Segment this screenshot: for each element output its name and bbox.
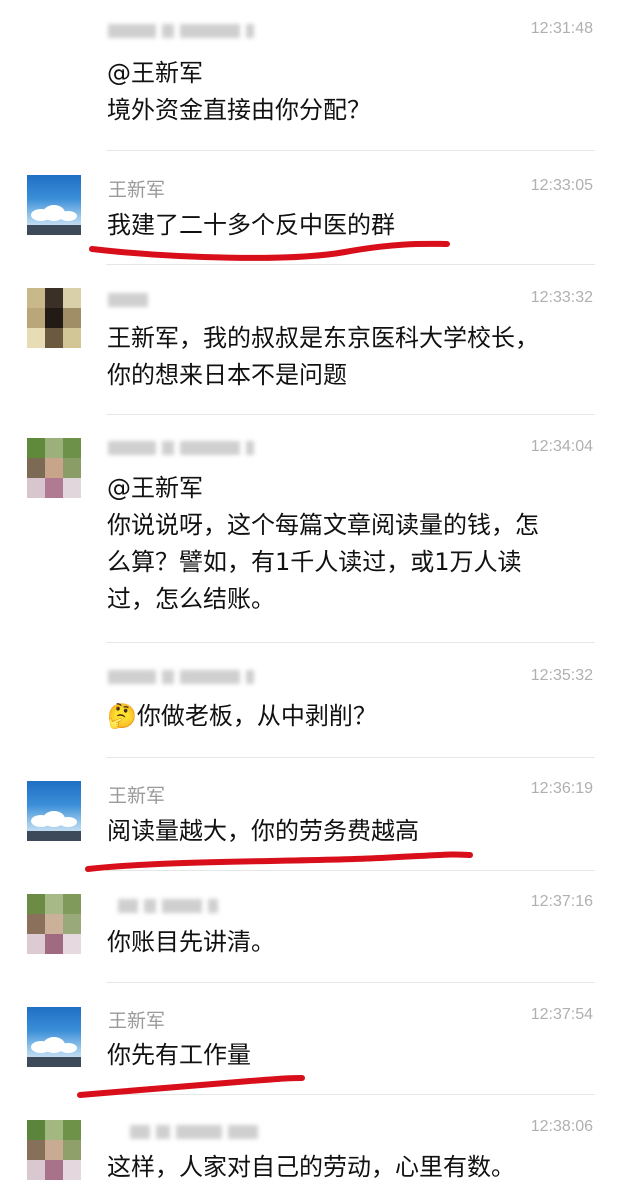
message-line: 你说说呀，这个每篇文章阅读量的钱，怎 xyxy=(107,511,539,539)
message-time: 12:35:32 xyxy=(530,667,593,684)
thinking-face-emoji-icon: 🤔 xyxy=(107,702,137,730)
pixelated-avatar-image xyxy=(27,288,81,348)
sender-name: 王新军 xyxy=(108,785,166,807)
message-line: 这样，人家对自己的劳动，心里有数。 xyxy=(107,1153,515,1181)
sky-avatar-image xyxy=(27,1007,81,1067)
message-text[interactable]: 🤔你做老板，从中剥削？ xyxy=(107,698,597,735)
message-line: @王新军 xyxy=(107,59,203,87)
sender-name: 王新军 xyxy=(108,179,166,201)
red-underline-mark xyxy=(85,851,473,872)
message-line: 阅读量越大，你的劳务费越高 xyxy=(107,817,419,845)
message-text[interactable]: 阅读量越大，你的劳务费越高 xyxy=(107,813,597,850)
message-time: 12:38:06 xyxy=(530,1118,593,1135)
avatar[interactable] xyxy=(27,1120,81,1180)
message-line: 么算？譬如，有1千人读过，或1万人读 xyxy=(107,548,522,576)
blurred-sender-name xyxy=(108,664,260,690)
avatar[interactable] xyxy=(27,894,81,954)
message-text[interactable]: @王新军 你说说呀，这个每篇文章阅读量的钱，怎 么算？譬如，有1千人读过，或1万… xyxy=(107,470,597,618)
message-time: 12:37:54 xyxy=(530,1006,593,1023)
message-text[interactable]: 你账目先讲清。 xyxy=(107,924,597,961)
message-divider xyxy=(106,642,595,643)
avatar[interactable] xyxy=(27,175,81,235)
message-line: 你账目先讲清。 xyxy=(107,928,275,956)
message-text[interactable]: 这样，人家对自己的劳动，心里有数。 xyxy=(107,1149,597,1186)
message-line: 过，怎么结账。 xyxy=(107,585,275,613)
message-time: 12:33:05 xyxy=(530,177,593,194)
blurred-sender-name xyxy=(108,1119,264,1145)
message-text[interactable]: @王新军 境外资金直接由你分配？ xyxy=(107,55,597,129)
message-line: 我建了二十多个反中医的群 xyxy=(107,211,395,239)
avatar[interactable] xyxy=(27,781,81,841)
pixelated-avatar-image xyxy=(27,438,81,498)
message-line: @王新军 xyxy=(107,474,203,502)
red-underline-mark xyxy=(77,1075,305,1098)
message-divider xyxy=(106,870,595,871)
pixelated-avatar-image xyxy=(27,894,81,954)
sky-avatar-image xyxy=(27,781,81,841)
avatar[interactable] xyxy=(27,1007,81,1067)
message-time: 12:34:04 xyxy=(530,438,593,455)
message-divider xyxy=(106,414,595,415)
pixelated-avatar-image xyxy=(27,1120,81,1180)
avatar[interactable] xyxy=(27,438,81,498)
message-time: 12:36:19 xyxy=(530,780,593,797)
red-underline-mark xyxy=(89,240,450,261)
message-text[interactable]: 王新军，我的叔叔是东京医科大学校长， 你的想来日本不是问题 xyxy=(107,320,597,394)
message-text[interactable]: 你先有工作量 xyxy=(107,1037,597,1074)
sender-name: 王新军 xyxy=(108,1010,166,1032)
message-divider xyxy=(106,150,595,151)
chat-log: 12:31:48 @王新军 境外资金直接由你分配？ 王新军 12:33:05 我… xyxy=(0,0,621,1200)
message-text[interactable]: 我建了二十多个反中医的群 xyxy=(107,207,597,244)
message-time: 12:31:48 xyxy=(530,20,593,37)
message-line: 你先有工作量 xyxy=(107,1041,251,1069)
message-line: 境外资金直接由你分配？ xyxy=(107,96,371,124)
message-line: 你的想来日本不是问题 xyxy=(107,361,347,389)
avatar[interactable] xyxy=(27,288,81,348)
message-divider xyxy=(106,982,595,983)
message-divider xyxy=(106,1094,595,1095)
message-line: 王新军，我的叔叔是东京医科大学校长， xyxy=(107,324,539,352)
message-line-text: 你做老板，从中剥削？ xyxy=(136,702,377,730)
blurred-sender-name xyxy=(108,287,154,313)
message-line: 🤔你做老板，从中剥削？ xyxy=(107,698,597,735)
message-time: 12:33:32 xyxy=(530,289,593,306)
sky-avatar-image xyxy=(27,175,81,235)
message-divider xyxy=(106,264,595,265)
message-time: 12:37:16 xyxy=(530,893,593,910)
blurred-sender-name xyxy=(108,18,260,44)
blurred-sender-name xyxy=(108,435,260,461)
blurred-sender-name xyxy=(108,893,224,919)
message-divider xyxy=(106,757,595,758)
